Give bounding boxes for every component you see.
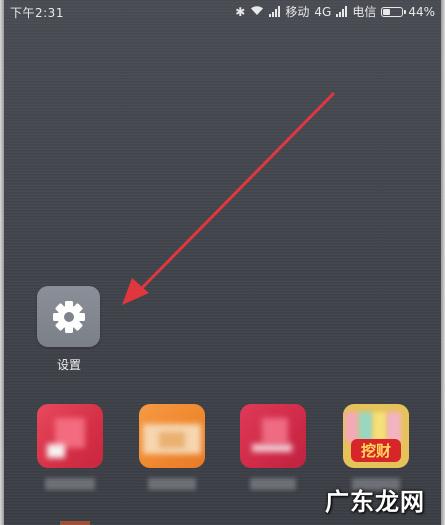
app-4-stripe-1 <box>345 412 359 442</box>
app-4-stripe-2 <box>359 412 373 442</box>
app-4-badge-text: 挖财 <box>351 439 401 462</box>
arrow-shaft <box>133 92 335 297</box>
app-icon-3[interactable] <box>240 404 306 468</box>
app-3-blur-2 <box>252 444 292 452</box>
watermark: 广东龙网 <box>325 487 425 516</box>
settings-app-label: 设置 <box>56 358 81 372</box>
app-4-stripe-3 <box>373 412 387 442</box>
arrow-head <box>122 278 149 305</box>
gear-icon <box>52 300 85 333</box>
settings-app-tile[interactable] <box>37 286 100 347</box>
app-1-label-blurred <box>45 478 95 490</box>
app-icon-2[interactable] <box>139 404 205 468</box>
app-icon-4[interactable]: 挖财 <box>343 404 409 468</box>
app-1-blur-2 <box>47 444 65 458</box>
home-screen: 下午2:31 ✱ 移动 4G 电信 44% 设置 挖财 广东龙网 <box>0 0 445 525</box>
app-2-blur-2 <box>159 432 185 448</box>
settings-app[interactable]: 设置 <box>37 286 101 376</box>
app-3-blur <box>262 418 288 444</box>
app-icon-1[interactable] <box>37 404 103 468</box>
app-2-label-blurred <box>148 478 196 490</box>
app-3-label-blurred <box>250 478 296 490</box>
dock-edge <box>60 521 90 525</box>
app-4-stripe-4 <box>387 412 401 442</box>
